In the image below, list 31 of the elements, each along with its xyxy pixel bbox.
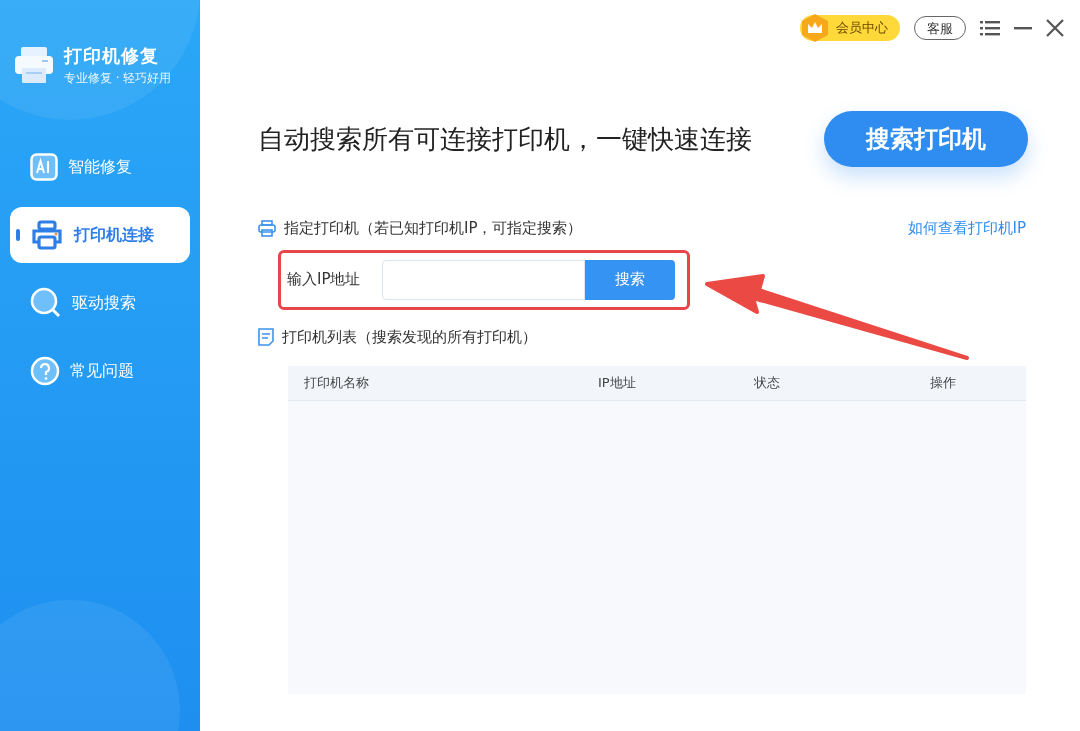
nav-item[interactable]: 常见问题 bbox=[10, 343, 190, 399]
search-printer-button[interactable]: 搜索打印机 bbox=[824, 111, 1028, 167]
crown-icon bbox=[800, 13, 830, 43]
section-title: 打印机列表（搜索发现的所有打印机） bbox=[282, 326, 537, 348]
help-link[interactable]: 如何查看打印机IP bbox=[907, 217, 1026, 240]
printer-icon bbox=[258, 219, 276, 237]
app-subtitle: 专业修复 · 轻巧好用 bbox=[64, 70, 172, 87]
search-button[interactable]: 搜索 bbox=[585, 259, 675, 300]
close-icon[interactable] bbox=[1046, 19, 1064, 37]
minimize-icon[interactable] bbox=[1014, 26, 1032, 30]
nav-item[interactable]: 打印机连接 bbox=[10, 207, 190, 263]
menu-icon[interactable] bbox=[980, 20, 1000, 36]
section-title: 指定打印机（若已知打印机IP，可指定搜索） bbox=[284, 218, 583, 239]
customer-service-button[interactable]: 客服 bbox=[914, 16, 966, 40]
column-header: IP地址 bbox=[598, 375, 636, 391]
member-center-button[interactable]: 会员中心 bbox=[800, 15, 900, 41]
nav-item[interactable]: 智能修复 bbox=[10, 139, 190, 195]
printer-icon bbox=[30, 220, 64, 250]
ai-icon bbox=[30, 153, 58, 181]
search-icon bbox=[30, 287, 62, 319]
document-icon bbox=[258, 327, 274, 346]
question-icon bbox=[30, 356, 60, 386]
printer-logo-icon bbox=[14, 45, 54, 84]
column-header: 状态 bbox=[754, 375, 780, 391]
ip-input-field[interactable] bbox=[382, 259, 586, 300]
column-header: 操作 bbox=[930, 375, 956, 391]
nav-item[interactable]: 驱动搜索 bbox=[10, 275, 190, 331]
column-header: 打印机名称 bbox=[304, 375, 369, 391]
ip-label: 输入IP地址 bbox=[287, 269, 362, 291]
headline: 自动搜索所有可连接打印机，一键快速连接 bbox=[258, 122, 752, 156]
app-title: 打印机修复 bbox=[64, 44, 160, 68]
